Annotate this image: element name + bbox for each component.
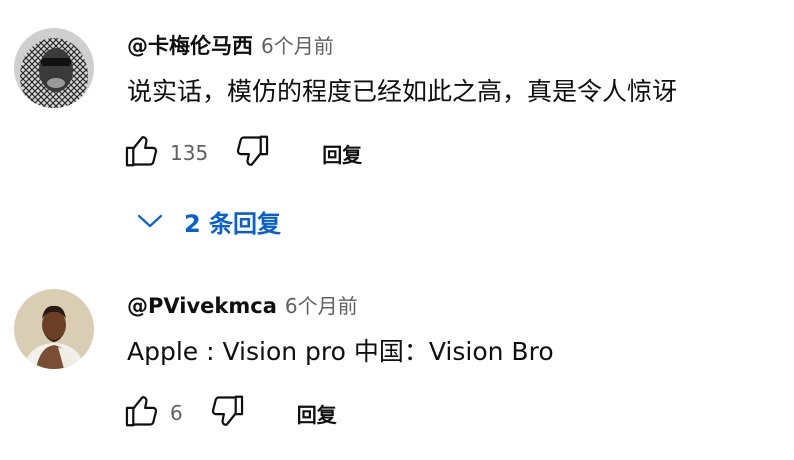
like-count: 135: [170, 141, 209, 165]
comment-header: @PVivekmca 6个月前: [127, 292, 358, 320]
timestamp[interactable]: 6个月前: [261, 34, 334, 58]
author-name[interactable]: @卡梅伦马西: [127, 34, 253, 58]
thumbs-up-icon: [123, 392, 161, 434]
dislike-button[interactable]: [230, 131, 274, 175]
thumbs-down-icon: [233, 132, 271, 174]
view-replies-button[interactable]: 2 条回复: [130, 199, 281, 243]
chevron-down-icon: [130, 201, 170, 241]
dislike-button[interactable]: [205, 391, 249, 435]
like-button[interactable]: [120, 131, 164, 175]
comment-actions: 135 回复: [120, 131, 362, 175]
thumbs-up-icon: [123, 132, 161, 174]
comment-text: Apple : Vision pro 中国：Vision Bro: [127, 337, 554, 366]
comment-text: 说实话，模仿的程度已经如此之高，真是令人惊讶: [127, 77, 678, 106]
view-replies-label: 2 条回复: [184, 209, 282, 238]
comment-header: @卡梅伦马西 6个月前: [127, 32, 334, 60]
thumbs-down-icon: [208, 392, 246, 434]
reply-button[interactable]: 回复: [322, 139, 362, 168]
avatar[interactable]: [14, 28, 94, 108]
reply-button[interactable]: 回复: [297, 399, 337, 428]
timestamp[interactable]: 6个月前: [285, 294, 358, 318]
like-button[interactable]: [120, 391, 164, 435]
author-name[interactable]: @PVivekmca: [127, 294, 277, 318]
avatar[interactable]: [14, 289, 94, 369]
like-count: 6: [170, 401, 183, 425]
comment-actions: 6 回复: [120, 391, 337, 435]
